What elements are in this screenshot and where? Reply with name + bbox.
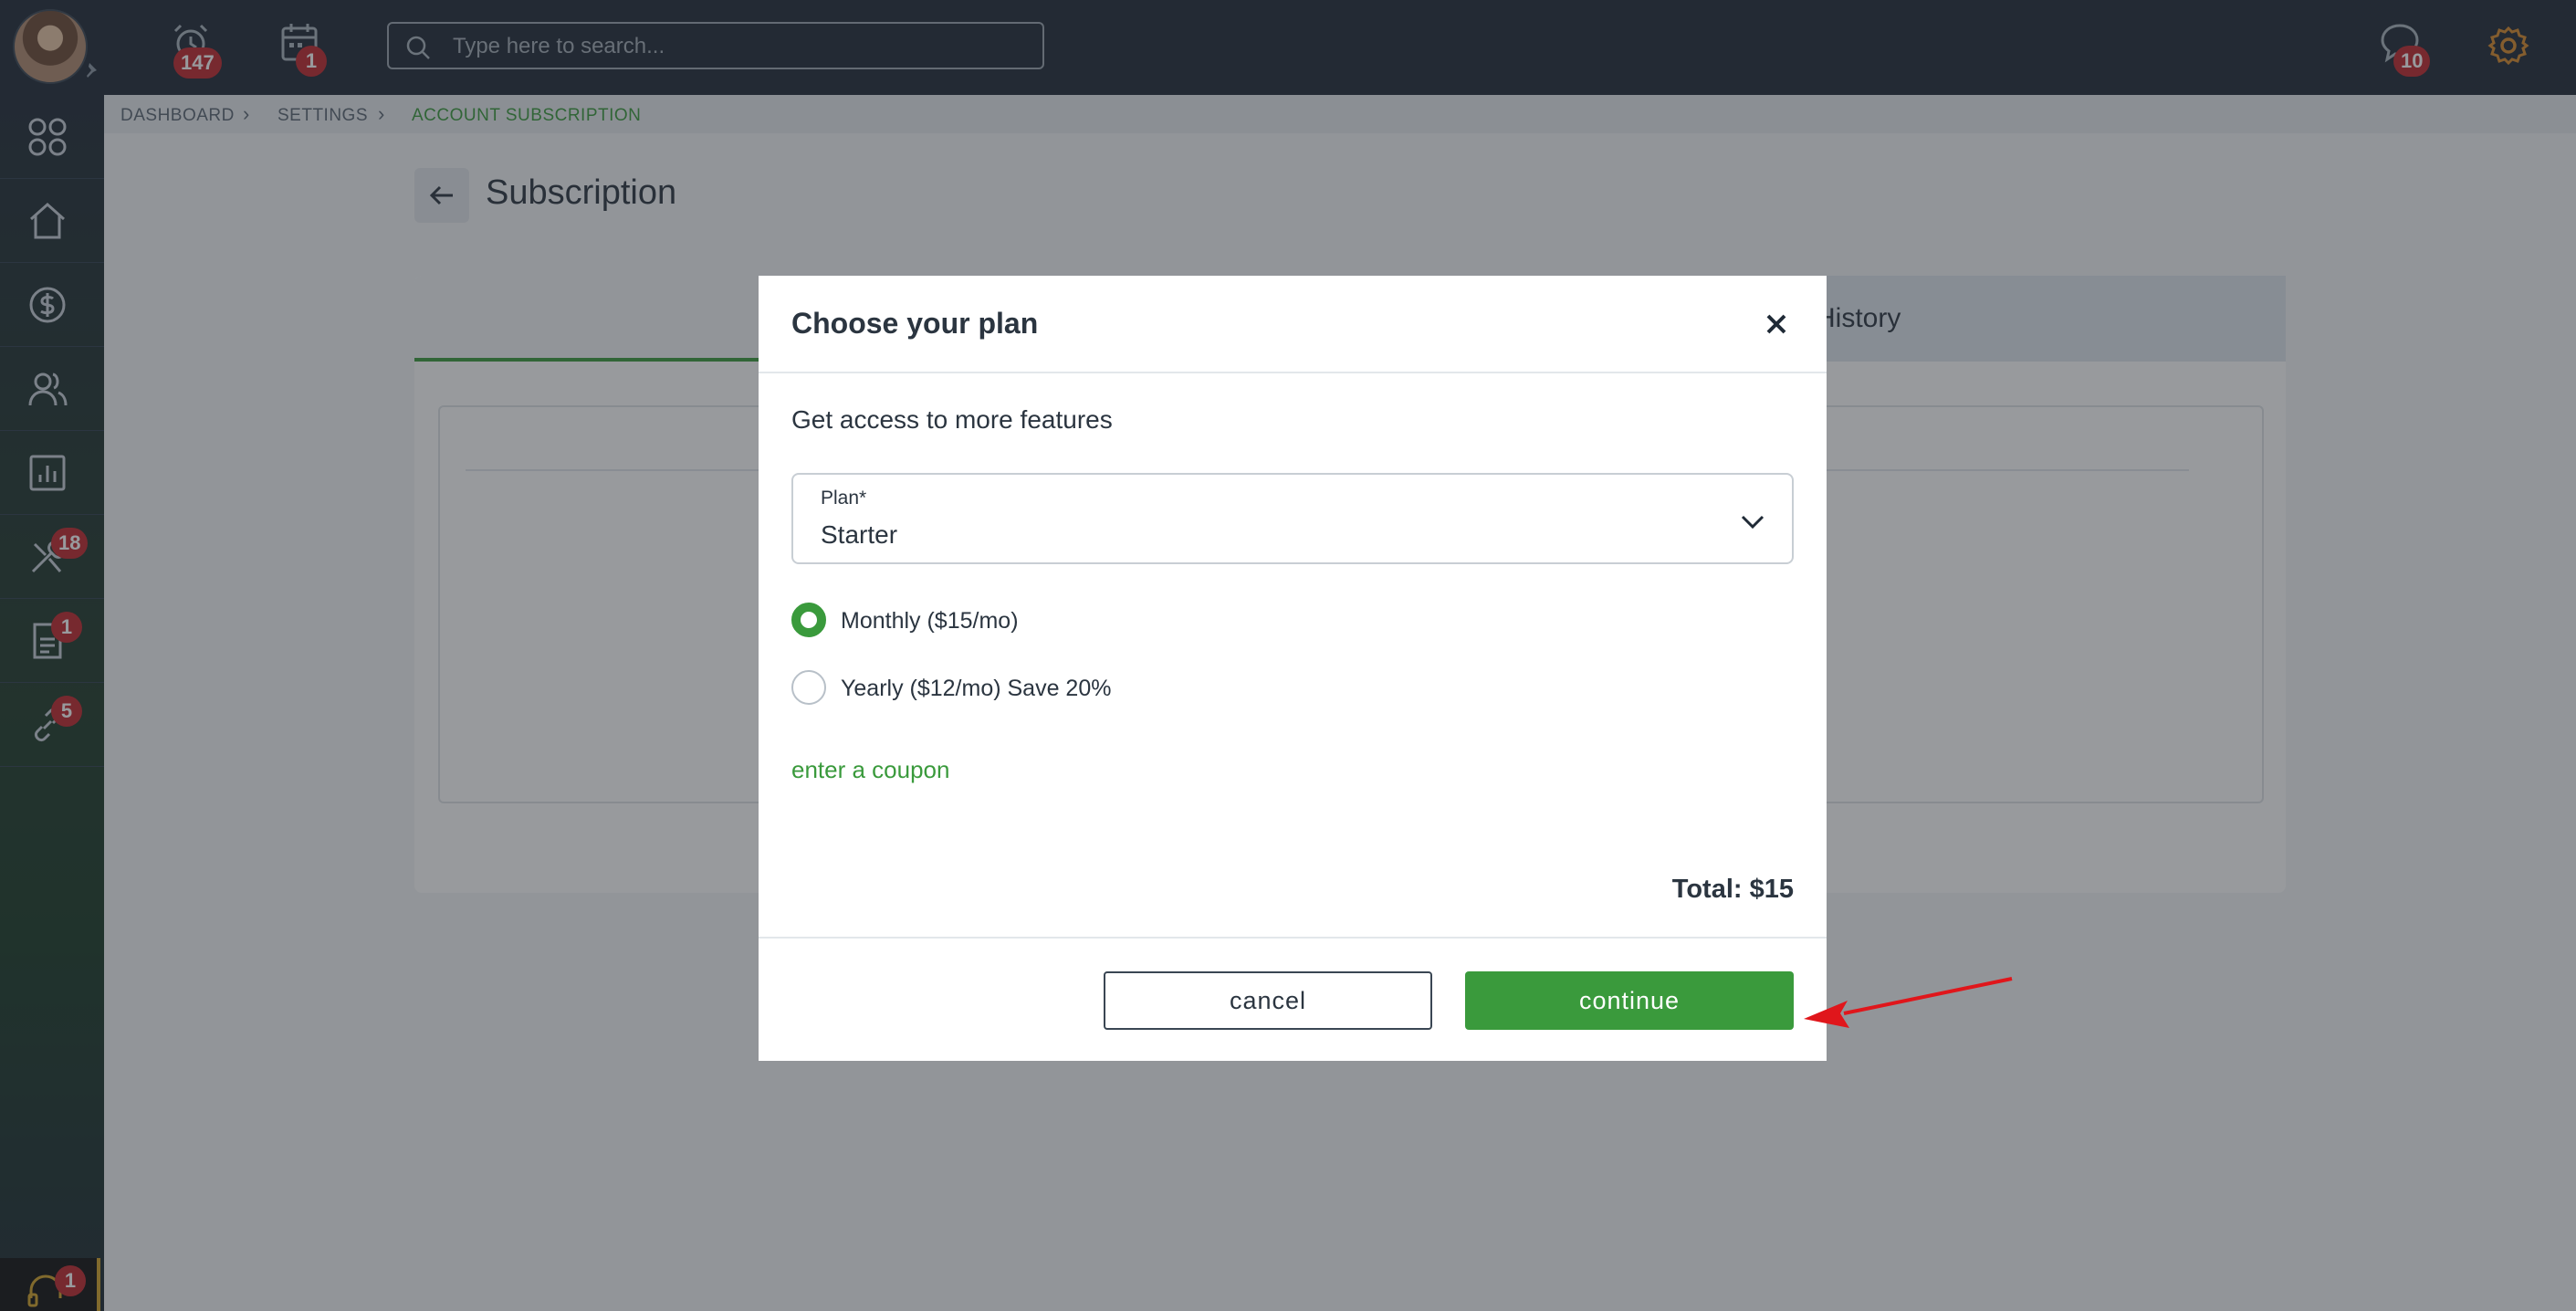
cancel-button[interactable]: cancel	[1104, 971, 1432, 1030]
enter-coupon-link[interactable]: enter a coupon	[791, 756, 949, 784]
dialog-header: Choose your plan	[759, 276, 1827, 373]
plan-select-value: Starter	[821, 520, 898, 549]
dialog-title: Choose your plan	[791, 307, 1039, 340]
plan-select[interactable]: Plan* Starter	[791, 473, 1794, 564]
radio-monthly[interactable]	[791, 603, 826, 637]
continue-button[interactable]: continue	[1465, 971, 1794, 1030]
plan-select-label: Plan*	[821, 488, 867, 509]
close-icon[interactable]	[1761, 309, 1792, 340]
billing-option-monthly[interactable]: Monthly ($15/mo)	[791, 603, 1065, 639]
dialog-subtitle: Get access to more features	[791, 405, 1113, 434]
annotation-arrow-icon	[1804, 977, 2013, 1028]
radio-yearly-label: Yearly ($12/mo) Save 20%	[841, 676, 1112, 701]
choose-plan-dialog: Choose your plan Get access to more feat…	[759, 276, 1827, 1061]
footer-divider	[759, 937, 1827, 939]
radio-monthly-label: Monthly ($15/mo)	[841, 608, 1019, 634]
total-amount: Total: $15	[1671, 875, 1794, 904]
radio-yearly[interactable]	[791, 670, 826, 705]
chevron-down-icon	[1741, 515, 1764, 530]
billing-option-yearly[interactable]: Yearly ($12/mo) Save 20%	[791, 670, 1157, 707]
